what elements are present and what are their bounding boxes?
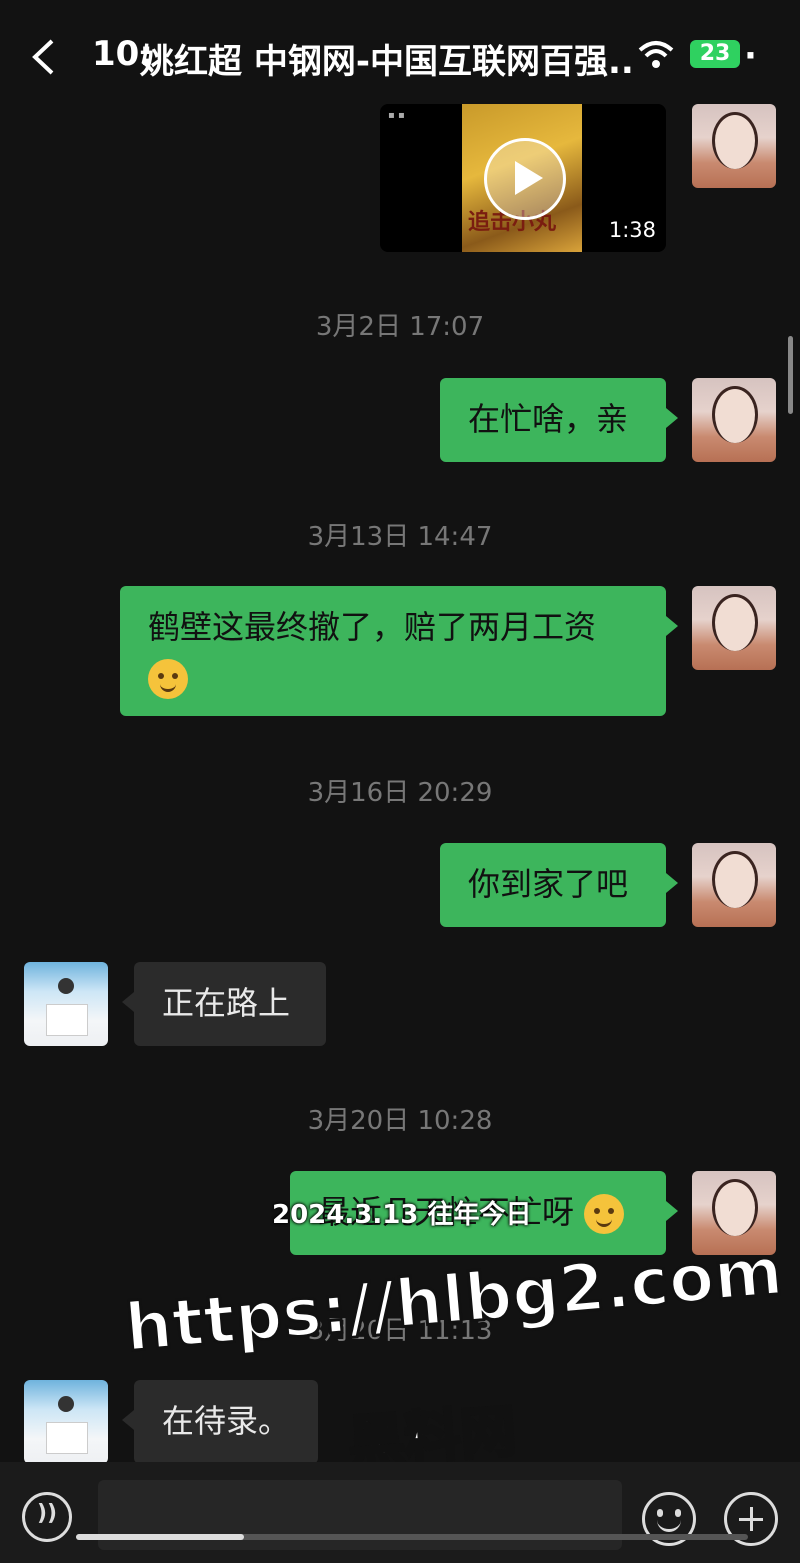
status-bar: 10: 姚红超 中钢网-中国互联网百强.. 23 · bbox=[0, 0, 800, 110]
chat-title: 姚红超 中钢网-中国互联网百强.. bbox=[140, 42, 634, 82]
message-text: 在待录。 bbox=[162, 1402, 291, 1440]
message-bubble-sent[interactable]: 在忙啥，亲 bbox=[440, 378, 678, 462]
timestamp: 3月16日 20:29 bbox=[307, 778, 493, 808]
battery-level: 23 bbox=[690, 40, 740, 68]
scrollbar[interactable] bbox=[788, 336, 793, 414]
timestamp: 3月20日 10:28 bbox=[307, 1106, 493, 1136]
message-bubble-received[interactable]: 正在路上 bbox=[122, 962, 326, 1046]
message-text: 在忙啥，亲 bbox=[468, 400, 629, 438]
contact-avatar[interactable] bbox=[24, 1380, 108, 1464]
my-avatar[interactable] bbox=[692, 843, 776, 927]
video-message[interactable]: ▪ ▪ 追击小丸 1:38 bbox=[380, 104, 666, 252]
play-icon[interactable] bbox=[484, 138, 566, 220]
wifi-icon bbox=[636, 38, 676, 70]
my-avatar[interactable] bbox=[692, 586, 776, 670]
back-arrow-icon[interactable] bbox=[30, 38, 56, 76]
video-progress-fill bbox=[76, 1534, 244, 1540]
video-date-overlay: 2024.3.13 往年今日 bbox=[272, 1200, 532, 1230]
video-duration: 1:38 bbox=[608, 218, 656, 242]
contact-avatar[interactable] bbox=[24, 962, 108, 1046]
timestamp: 3月13日 14:47 bbox=[307, 522, 493, 552]
more-options-icon[interactable]: · bbox=[744, 36, 757, 76]
timestamp: 3月2日 17:07 bbox=[315, 312, 485, 342]
video-meta: ▪ ▪ bbox=[388, 110, 405, 121]
my-avatar[interactable] bbox=[692, 104, 776, 188]
message-text: 你到家了吧 bbox=[468, 865, 629, 903]
woozy-face-icon bbox=[148, 659, 188, 699]
message-bubble-sent[interactable]: 鹤壁这最终撤了，赔了两月工资 bbox=[120, 586, 678, 716]
message-text: 正在路上 bbox=[162, 984, 291, 1022]
message-bubble-received[interactable]: 在待录。 bbox=[122, 1380, 318, 1464]
smile-icon bbox=[584, 1194, 625, 1234]
voice-input-icon[interactable] bbox=[22, 1492, 72, 1542]
message-text: 鹤壁这最终撤了，赔了两月工资 bbox=[148, 608, 597, 646]
my-avatar[interactable] bbox=[692, 378, 776, 462]
message-bubble-sent[interactable]: 你到家了吧 bbox=[440, 843, 678, 927]
video-progress-bar[interactable] bbox=[76, 1534, 748, 1540]
